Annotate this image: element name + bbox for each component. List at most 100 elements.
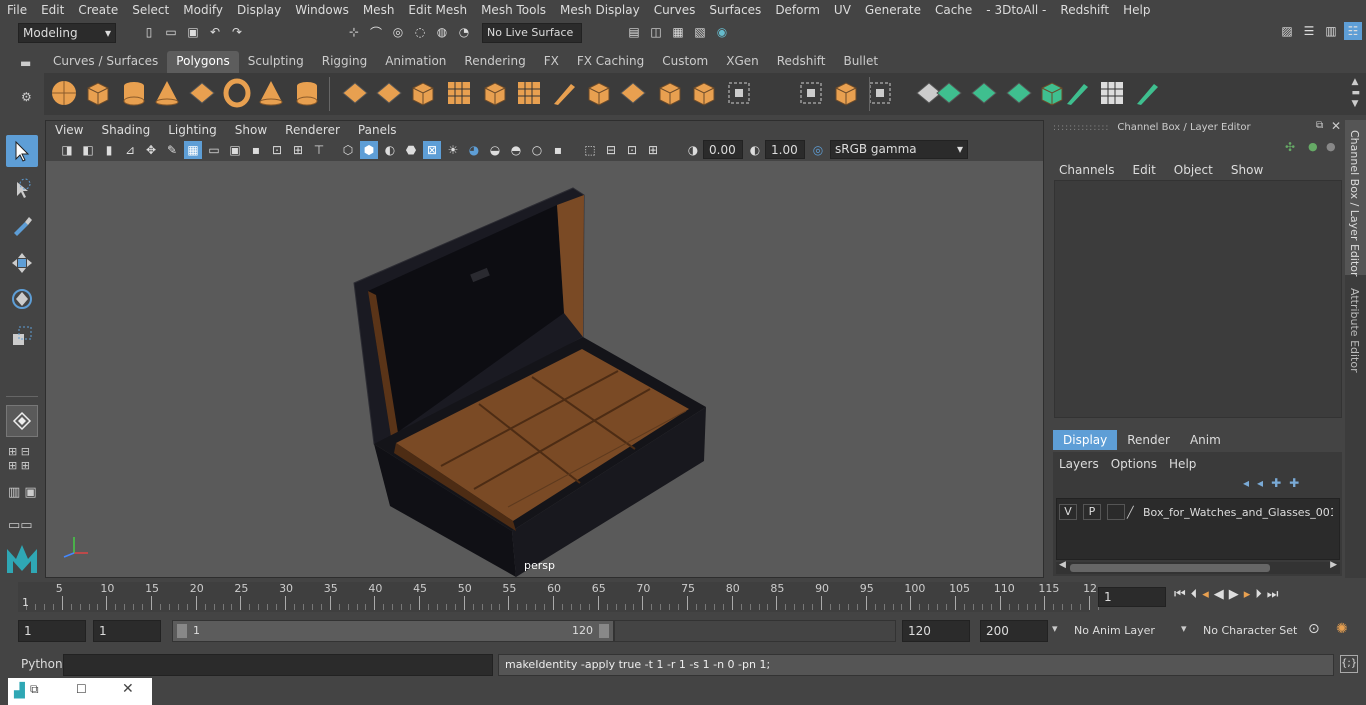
2d-pan-zoom-icon[interactable]: ✥ [142,141,160,159]
append-icon[interactable] [655,78,685,108]
play-forward-icon[interactable]: ▶ [1229,587,1239,602]
planar-map-icon[interactable] [969,78,999,108]
snap-grid-icon[interactable]: ⊹ [345,23,363,41]
exposure-icon[interactable]: ◑ [684,141,702,159]
render-frame-icon[interactable]: ▤ [625,23,643,41]
frame-all-icon[interactable]: ⊟ [602,141,620,159]
viewport-canvas[interactable]: persp [46,161,1043,577]
select-tool-icon[interactable] [6,135,38,167]
checker-icon[interactable] [1097,78,1127,108]
layer-playback-toggle[interactable]: P [1083,504,1101,520]
shelf-tab-fx-caching[interactable]: FX Caching [568,51,653,73]
lasso-tool-icon[interactable] [6,173,38,205]
new-layer-icon[interactable]: ✚ [1271,476,1281,490]
uv-editor-icon[interactable] [934,78,964,108]
scale-tool-icon[interactable] [6,320,38,352]
viewport-menu-show[interactable]: Show [226,121,276,139]
script-editor-icon[interactable]: {;} [1340,655,1358,673]
gate-mask-icon[interactable]: ▪ [247,141,265,159]
poly-pipe-icon[interactable] [292,78,322,108]
render-settings-icon[interactable]: ▧ [691,23,709,41]
snap-surface-icon[interactable]: ◍ [433,23,451,41]
channel-box-menu-channels[interactable]: Channels [1053,161,1127,179]
go-to-start-icon[interactable]: ⏮ [1174,587,1186,602]
speed-icon[interactable]: ● [1308,140,1318,153]
gamma-field[interactable] [765,140,805,159]
layer-menu-options[interactable]: Options [1107,455,1165,473]
menu-mesh-display[interactable]: Mesh Display [553,3,647,17]
poly-cone-icon[interactable] [152,78,182,108]
range-end-handle[interactable] [599,624,609,638]
scene-start-field[interactable] [18,620,86,642]
viewport-menu-view[interactable]: View [46,121,92,139]
shelf-scroll-icon[interactable]: ▲ ▬ ▼ [1351,77,1360,110]
character-set-select[interactable]: No Character Set [1199,620,1304,642]
shelf-tabs-menu-icon[interactable]: ▬ [20,56,31,70]
outliner-layout-icon[interactable]: ▭▭ [8,518,33,533]
lights-icon[interactable]: ☀ [444,141,462,159]
paint-select-tool-icon[interactable] [6,209,38,241]
shelf-tab-animation[interactable]: Animation [376,51,455,73]
range-slider-track[interactable] [614,620,896,642]
new-scene-icon[interactable]: ▯ [140,23,158,41]
float-icon[interactable]: ⧉ [1316,120,1323,131]
layer-visibility-toggle[interactable]: V [1059,504,1077,520]
workspace-select[interactable]: Modeling ▾ [18,23,116,43]
tab-attribute-editor[interactable]: Attribute Editor [1345,280,1366,380]
channel-box-menu-edit[interactable]: Edit [1127,161,1168,179]
rotate-tool-icon[interactable] [6,283,38,315]
close-icon[interactable]: ✕ [122,681,134,697]
menu-file[interactable]: File [0,3,34,17]
play-back-icon[interactable]: ◀ [1214,587,1224,602]
wireframe-icon[interactable]: ⬡ [339,141,357,159]
layer-row[interactable]: V P ╱ Box_for_Watches_and_Glasses_001_la [1059,503,1339,521]
color-management-icon[interactable]: ◎ [809,141,827,159]
poly-cylinder-icon[interactable] [119,78,149,108]
viewport-menu-renderer[interactable]: Renderer [276,121,349,139]
anti-alias-icon[interactable]: ○ [528,141,546,159]
shelf-tab-curves-surfaces[interactable]: Curves / Surfaces [44,51,167,73]
range-slider[interactable]: 1 120 [172,620,614,642]
layer-tab-anim[interactable]: Anim [1180,430,1231,450]
poly-plane-icon[interactable] [187,78,217,108]
wireframe-on-shaded-icon[interactable]: ⬣ [402,141,420,159]
default-material-icon[interactable]: ◐ [381,141,399,159]
safe-title-icon[interactable]: ⊤ [310,141,328,159]
camera-attributes-icon[interactable]: ◧ [79,141,97,159]
current-frame-field[interactable] [1098,587,1166,607]
command-input[interactable] [63,654,493,676]
anim-layer-select[interactable]: No Anim Layer [1070,620,1170,642]
merge-icon[interactable] [724,78,754,108]
grid-icon[interactable]: ▦ [184,141,202,159]
animation-prefs-icon[interactable]: ✺ [1336,621,1348,637]
shelf-tab-polygons[interactable]: Polygons [167,51,239,73]
shelf-tab-rendering[interactable]: Rendering [455,51,534,73]
poly-sphere-icon[interactable] [49,78,79,108]
layer-tab-display[interactable]: Display [1053,430,1118,450]
shelf-tab-fx[interactable]: FX [535,51,568,73]
shelf-tab-custom[interactable]: Custom [653,51,717,73]
range-start-handle[interactable] [177,624,187,638]
new-layer-selected-icon[interactable]: ✚ [1289,476,1299,490]
step-back-frame-icon[interactable]: ◂ [1202,587,1209,602]
shelf-tab-redshift[interactable]: Redshift [768,51,835,73]
shelf-tab-xgen[interactable]: XGen [717,51,768,73]
step-forward-key-icon[interactable]: ⏵ [1255,587,1262,602]
menu-mesh-tools[interactable]: Mesh Tools [474,3,553,17]
frame-selected-icon[interactable]: ⊡ [623,141,641,159]
auto-key-icon[interactable]: ⊙ [1308,621,1320,637]
menu-deform[interactable]: Deform [768,3,827,17]
snap-live-icon[interactable]: ◔ [455,23,473,41]
offset-edge-icon[interactable] [831,78,861,108]
menu-windows[interactable]: Windows [288,3,356,17]
exposure-field[interactable] [703,140,743,159]
shelf-tab-rigging[interactable]: Rigging [313,51,376,73]
bevel-icon[interactable] [618,78,648,108]
resolution-gate-icon[interactable]: ▣ [226,141,244,159]
layer-name[interactable]: Box_for_Watches_and_Glasses_001_la [1143,506,1333,519]
scene-end-field[interactable] [980,620,1048,642]
live-surface-field[interactable]: No Live Surface [482,23,582,43]
scroll-thumb[interactable] [1070,564,1270,572]
smooth-shade-icon[interactable]: ⬢ [360,141,378,159]
playback-start-field[interactable] [93,620,161,642]
